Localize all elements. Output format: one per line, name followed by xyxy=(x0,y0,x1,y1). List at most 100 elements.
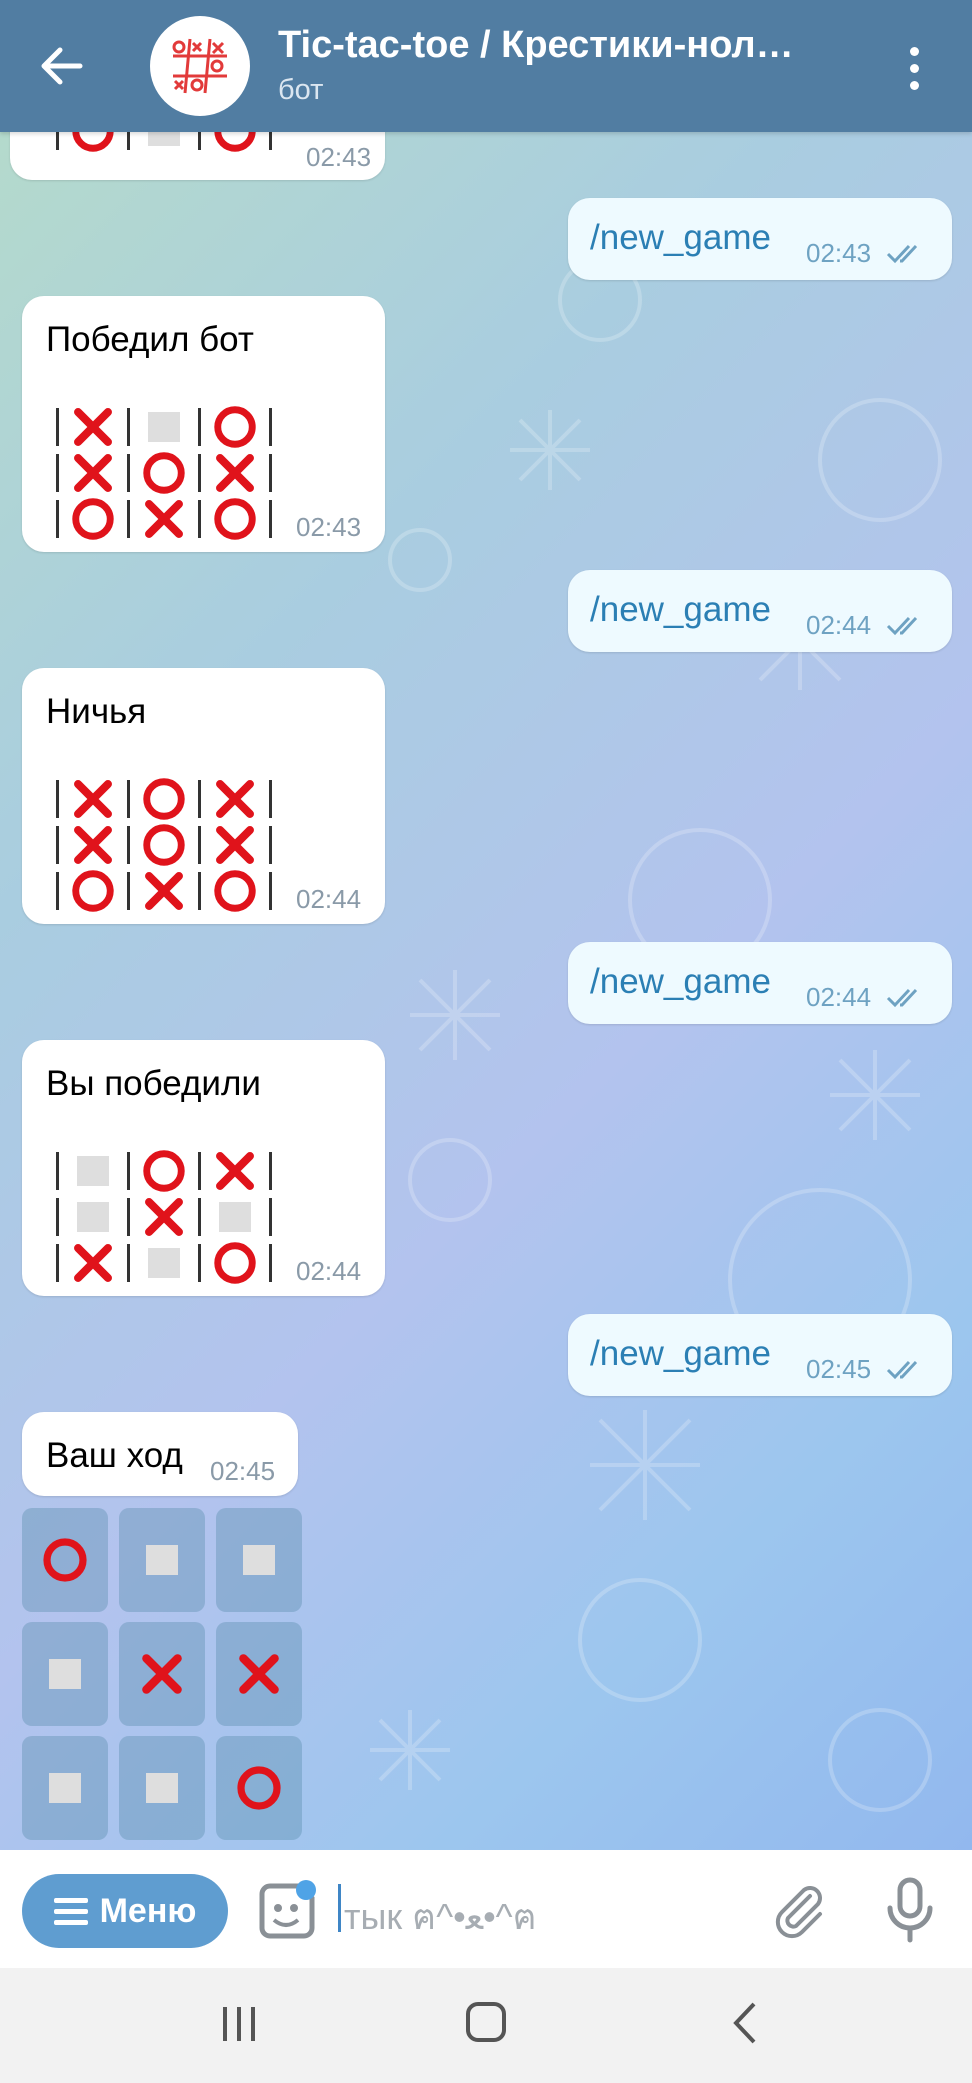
board-row xyxy=(52,776,292,822)
board-cell xyxy=(134,450,194,496)
board-row xyxy=(52,404,292,450)
circle-icon xyxy=(214,870,256,912)
paperclip-icon[interactable] xyxy=(770,1880,830,1940)
inline-keyboard xyxy=(22,1508,304,1844)
message-text: Ваш ход xyxy=(46,1436,183,1475)
empty-cell-icon xyxy=(148,412,180,442)
board-separator xyxy=(127,1152,130,1190)
board-cell xyxy=(134,868,194,914)
board-cell xyxy=(205,404,265,450)
board-cell xyxy=(134,496,194,542)
board-cell-button[interactable] xyxy=(119,1508,205,1612)
command-link[interactable]: /new_game xyxy=(590,590,771,630)
board-cell-button[interactable] xyxy=(216,1736,302,1840)
chevron-left-icon[interactable] xyxy=(726,1998,766,2048)
cross-icon xyxy=(216,826,254,864)
message-time: 02:43 xyxy=(806,238,872,268)
board-separator xyxy=(269,826,272,864)
user-message: /new_game 02:44 xyxy=(568,942,952,1024)
empty-cell-icon xyxy=(148,1248,180,1278)
board-cell xyxy=(205,450,265,496)
empty-cell-icon xyxy=(146,1545,178,1575)
board-separator xyxy=(56,408,59,446)
empty-cell-icon xyxy=(77,1156,109,1186)
circle-icon xyxy=(143,1150,185,1192)
board-separator xyxy=(127,1198,130,1236)
board-row xyxy=(52,1148,292,1194)
board-cell xyxy=(205,868,265,914)
cross-icon xyxy=(216,1152,254,1190)
user-message: /new_game 02:44 xyxy=(568,570,952,652)
board-separator xyxy=(127,454,130,492)
bot-avatar[interactable] xyxy=(150,16,250,116)
board-separator xyxy=(269,1152,272,1190)
board-cell-button[interactable] xyxy=(22,1736,108,1840)
home-icon[interactable] xyxy=(466,2002,506,2042)
cross-icon xyxy=(216,454,254,492)
board-cell xyxy=(205,776,265,822)
command-link[interactable]: /new_game xyxy=(590,1334,771,1374)
board-separator xyxy=(198,1244,201,1282)
back-button[interactable] xyxy=(30,36,94,96)
board-row xyxy=(52,496,292,542)
board-separator xyxy=(198,1198,201,1236)
board-row xyxy=(52,822,292,868)
board-separator xyxy=(56,872,59,910)
board-separator xyxy=(56,826,59,864)
board-cell xyxy=(63,496,123,542)
microphone-icon[interactable] xyxy=(880,1876,940,1944)
board-row xyxy=(52,868,292,914)
bot-message: Ваш ход 02:45 xyxy=(22,1412,298,1496)
bot-message: Ничья 02:44 xyxy=(22,668,385,924)
message-time: 02:44 xyxy=(296,884,362,914)
cross-icon xyxy=(74,454,112,492)
message-time: 02:45 xyxy=(210,1456,276,1486)
sticker-icon[interactable] xyxy=(254,1880,318,1944)
board-separator xyxy=(198,454,201,492)
board-separator xyxy=(56,780,59,818)
board-row xyxy=(52,450,292,496)
board-cell xyxy=(134,1240,194,1286)
board-cell xyxy=(63,1194,123,1240)
command-link[interactable]: /new_game xyxy=(590,962,771,1002)
chat-header: Tic-tac-toe / Крестики-нол… бот xyxy=(0,0,972,132)
game-board xyxy=(52,1148,292,1290)
user-message: /new_game 02:43 xyxy=(568,198,952,280)
menu-button[interactable]: Меню xyxy=(22,1874,228,1948)
board-separator xyxy=(198,408,201,446)
board-separator xyxy=(198,872,201,910)
command-link[interactable]: /new_game xyxy=(590,218,771,258)
cross-icon xyxy=(142,1654,182,1694)
game-board xyxy=(52,776,292,918)
board-cell xyxy=(63,1148,123,1194)
board-cell-button[interactable] xyxy=(22,1508,108,1612)
message-text: Вы победили xyxy=(46,1064,261,1103)
board-separator xyxy=(269,872,272,910)
recent-apps-icon[interactable] xyxy=(214,2004,264,2044)
board-cell-button[interactable] xyxy=(216,1622,302,1726)
board-cell-button[interactable] xyxy=(119,1622,205,1726)
message-time: 02:45 xyxy=(806,1354,872,1384)
message-input[interactable]: тык ฅ^•ﻌ•^ฅ xyxy=(344,1888,537,1945)
cross-icon xyxy=(239,1654,279,1694)
board-cell-button[interactable] xyxy=(22,1622,108,1726)
message-time: 02:44 xyxy=(806,610,872,640)
board-separator xyxy=(269,780,272,818)
board-cell xyxy=(63,1240,123,1286)
board-separator xyxy=(127,1244,130,1282)
cross-icon xyxy=(216,780,254,818)
board-cell-button[interactable] xyxy=(119,1736,205,1840)
empty-cell-icon xyxy=(49,1659,81,1689)
double-check-icon xyxy=(886,244,918,264)
cross-icon xyxy=(74,780,112,818)
message-input-bar: Меню тык ฅ^•ﻌ•^ฅ xyxy=(0,1850,972,1968)
more-vertical-icon[interactable] xyxy=(890,40,938,96)
board-separator xyxy=(269,1198,272,1236)
board-cell xyxy=(205,1240,265,1286)
cross-icon xyxy=(74,1244,112,1282)
cross-icon xyxy=(145,1198,183,1236)
chat-title[interactable]: Tic-tac-toe / Крестики-нол… xyxy=(278,24,858,67)
board-cell-button[interactable] xyxy=(216,1508,302,1612)
board-separator xyxy=(269,408,272,446)
board-separator xyxy=(127,780,130,818)
